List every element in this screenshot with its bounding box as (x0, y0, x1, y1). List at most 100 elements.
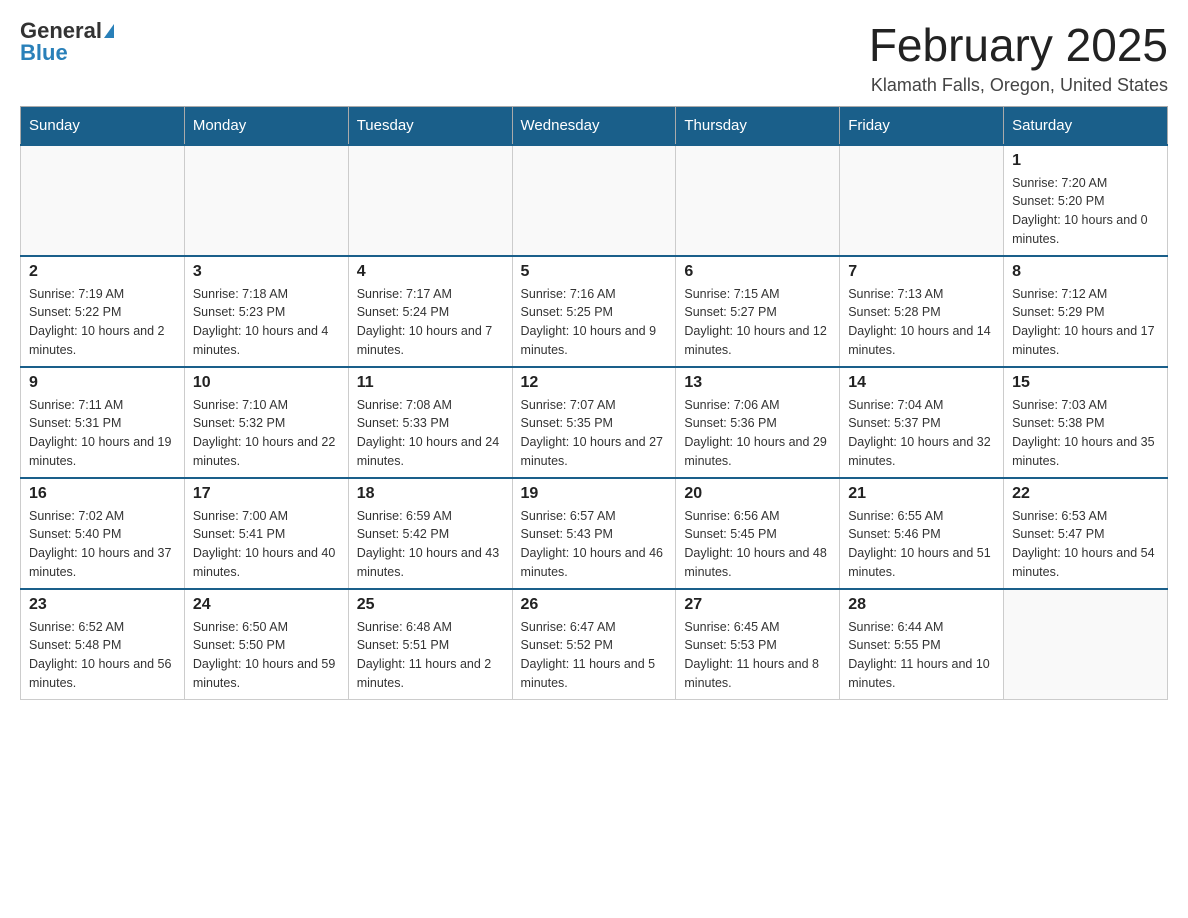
day-number: 25 (357, 596, 504, 614)
calendar-cell: 8 Sunrise: 7:12 AMSunset: 5:29 PMDaylight… (1004, 256, 1168, 367)
calendar-cell (1004, 589, 1168, 700)
day-number: 4 (357, 263, 504, 281)
week-row-5: 23 Sunrise: 6:52 AMSunset: 5:48 PMDayligh… (21, 589, 1168, 700)
day-number: 7 (848, 263, 995, 281)
calendar-cell: 1Sunrise: 7:20 AMSunset: 5:20 PMDaylight… (1004, 145, 1168, 256)
day-info: Sunrise: 6:45 AMSunset: 5:53 PMDaylight:… (684, 618, 831, 693)
calendar-cell: 28 Sunrise: 6:44 AMSunset: 5:55 PMDayligh… (840, 589, 1004, 700)
column-header-monday: Monday (184, 106, 348, 145)
calendar-cell: 10 Sunrise: 7:10 AMSunset: 5:32 PMDayligh… (184, 367, 348, 478)
calendar-cell: 25 Sunrise: 6:48 AMSunset: 5:51 PMDayligh… (348, 589, 512, 700)
calendar-cell: 24 Sunrise: 6:50 AMSunset: 5:50 PMDayligh… (184, 589, 348, 700)
day-info: Sunrise: 7:04 AMSunset: 5:37 PMDaylight:… (848, 396, 995, 471)
calendar-cell: 7Sunrise: 7:13 AMSunset: 5:28 PMDaylight… (840, 256, 1004, 367)
day-info: Sunrise: 7:10 AMSunset: 5:32 PMDaylight:… (193, 396, 340, 471)
calendar-cell: 18 Sunrise: 6:59 AMSunset: 5:42 PMDayligh… (348, 478, 512, 589)
day-number: 5 (521, 263, 668, 281)
calendar-cell (512, 145, 676, 256)
day-number: 2 (29, 263, 176, 281)
day-number: 26 (521, 596, 668, 614)
day-info: Sunrise: 6:57 AMSunset: 5:43 PMDaylight:… (521, 507, 668, 582)
day-number: 28 (848, 596, 995, 614)
column-header-saturday: Saturday (1004, 106, 1168, 145)
day-info: Sunrise: 7:18 AMSunset: 5:23 PMDaylight:… (193, 285, 340, 360)
column-header-thursday: Thursday (676, 106, 840, 145)
day-info: Sunrise: 6:44 AMSunset: 5:55 PMDaylight:… (848, 618, 995, 693)
calendar-cell (676, 145, 840, 256)
day-info: Sunrise: 7:12 AMSunset: 5:29 PMDaylight:… (1012, 285, 1159, 360)
calendar-cell: 16 Sunrise: 7:02 AMSunset: 5:40 PMDayligh… (21, 478, 185, 589)
day-number: 1 (1012, 152, 1159, 170)
day-info: Sunrise: 6:53 AMSunset: 5:47 PMDaylight:… (1012, 507, 1159, 582)
calendar-cell: 2 Sunrise: 7:19 AMSunset: 5:22 PMDaylight… (21, 256, 185, 367)
day-info: Sunrise: 7:03 AMSunset: 5:38 PMDaylight:… (1012, 396, 1159, 471)
calendar-cell: 11Sunrise: 7:08 AMSunset: 5:33 PMDayligh… (348, 367, 512, 478)
calendar-cell: 19 Sunrise: 6:57 AMSunset: 5:43 PMDayligh… (512, 478, 676, 589)
page-header: General Blue February 2025 Klamath Falls… (20, 20, 1168, 96)
day-number: 11 (357, 374, 504, 392)
day-number: 10 (193, 374, 340, 392)
column-header-tuesday: Tuesday (348, 106, 512, 145)
day-number: 6 (684, 263, 831, 281)
day-info: Sunrise: 7:15 AMSunset: 5:27 PMDaylight:… (684, 285, 831, 360)
day-info: Sunrise: 7:16 AMSunset: 5:25 PMDaylight:… (521, 285, 668, 360)
logo-triangle-icon (104, 24, 114, 38)
day-number: 14 (848, 374, 995, 392)
calendar-cell: 14 Sunrise: 7:04 AMSunset: 5:37 PMDayligh… (840, 367, 1004, 478)
calendar-cell: 3 Sunrise: 7:18 AMSunset: 5:23 PMDaylight… (184, 256, 348, 367)
day-info: Sunrise: 6:55 AMSunset: 5:46 PMDaylight:… (848, 507, 995, 582)
day-info: Sunrise: 7:11 AMSunset: 5:31 PMDaylight:… (29, 396, 176, 471)
logo-general-text: General (20, 20, 102, 42)
day-number: 9 (29, 374, 176, 392)
month-title: February 2025 (869, 20, 1168, 71)
day-info: Sunrise: 7:02 AMSunset: 5:40 PMDaylight:… (29, 507, 176, 582)
column-header-sunday: Sunday (21, 106, 185, 145)
day-info: Sunrise: 6:56 AMSunset: 5:45 PMDaylight:… (684, 507, 831, 582)
calendar-cell: 13 Sunrise: 7:06 AMSunset: 5:36 PMDayligh… (676, 367, 840, 478)
day-info: Sunrise: 7:17 AMSunset: 5:24 PMDaylight:… (357, 285, 504, 360)
day-number: 15 (1012, 374, 1159, 392)
week-row-4: 16 Sunrise: 7:02 AMSunset: 5:40 PMDayligh… (21, 478, 1168, 589)
calendar-cell: 9 Sunrise: 7:11 AMSunset: 5:31 PMDaylight… (21, 367, 185, 478)
calendar-cell: 6 Sunrise: 7:15 AMSunset: 5:27 PMDaylight… (676, 256, 840, 367)
calendar-cell: 12Sunrise: 7:07 AMSunset: 5:35 PMDayligh… (512, 367, 676, 478)
day-info: Sunrise: 7:00 AMSunset: 5:41 PMDaylight:… (193, 507, 340, 582)
calendar-cell (21, 145, 185, 256)
day-info: Sunrise: 6:50 AMSunset: 5:50 PMDaylight:… (193, 618, 340, 693)
day-info: Sunrise: 7:06 AMSunset: 5:36 PMDaylight:… (684, 396, 831, 471)
week-row-2: 2 Sunrise: 7:19 AMSunset: 5:22 PMDaylight… (21, 256, 1168, 367)
day-number: 20 (684, 485, 831, 503)
day-number: 8 (1012, 263, 1159, 281)
calendar-cell: 17Sunrise: 7:00 AMSunset: 5:41 PMDayligh… (184, 478, 348, 589)
day-number: 24 (193, 596, 340, 614)
calendar-cell: 22 Sunrise: 6:53 AMSunset: 5:47 PMDayligh… (1004, 478, 1168, 589)
day-number: 16 (29, 485, 176, 503)
day-info: Sunrise: 6:52 AMSunset: 5:48 PMDaylight:… (29, 618, 176, 693)
calendar-cell (840, 145, 1004, 256)
logo-blue-text: Blue (20, 42, 68, 64)
week-row-3: 9 Sunrise: 7:11 AMSunset: 5:31 PMDaylight… (21, 367, 1168, 478)
day-number: 18 (357, 485, 504, 503)
calendar-header-row: SundayMondayTuesdayWednesdayThursdayFrid… (21, 106, 1168, 145)
column-header-friday: Friday (840, 106, 1004, 145)
title-section: February 2025 Klamath Falls, Oregon, Uni… (869, 20, 1168, 96)
day-number: 22 (1012, 485, 1159, 503)
location-text: Klamath Falls, Oregon, United States (869, 75, 1168, 96)
day-info: Sunrise: 6:59 AMSunset: 5:42 PMDaylight:… (357, 507, 504, 582)
day-info: Sunrise: 7:19 AMSunset: 5:22 PMDaylight:… (29, 285, 176, 360)
calendar-cell: 4 Sunrise: 7:17 AMSunset: 5:24 PMDaylight… (348, 256, 512, 367)
day-number: 12 (521, 374, 668, 392)
day-number: 3 (193, 263, 340, 281)
calendar-cell (348, 145, 512, 256)
calendar-cell: 15 Sunrise: 7:03 AMSunset: 5:38 PMDayligh… (1004, 367, 1168, 478)
calendar-cell: 20 Sunrise: 6:56 AMSunset: 5:45 PMDayligh… (676, 478, 840, 589)
day-info: Sunrise: 6:48 AMSunset: 5:51 PMDaylight:… (357, 618, 504, 693)
calendar-cell: 21 Sunrise: 6:55 AMSunset: 5:46 PMDayligh… (840, 478, 1004, 589)
day-number: 13 (684, 374, 831, 392)
day-number: 23 (29, 596, 176, 614)
calendar-cell: 26Sunrise: 6:47 AMSunset: 5:52 PMDayligh… (512, 589, 676, 700)
calendar-cell (184, 145, 348, 256)
day-number: 21 (848, 485, 995, 503)
day-number: 19 (521, 485, 668, 503)
calendar-table: SundayMondayTuesdayWednesdayThursdayFrid… (20, 106, 1168, 700)
